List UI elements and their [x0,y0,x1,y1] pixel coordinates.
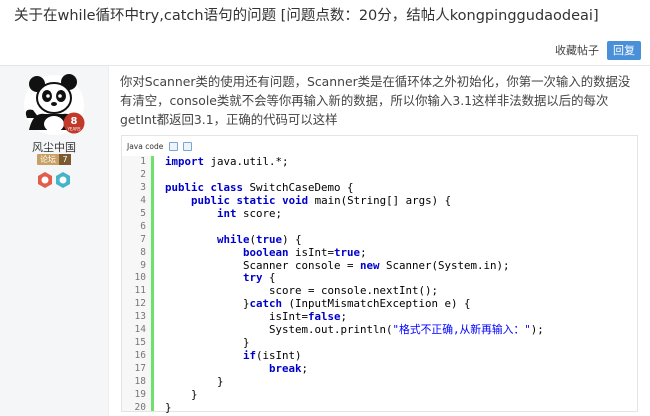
code-text: ; [360,245,367,259]
code-text: System.out.println( [165,323,393,337]
code-keyword: try [243,271,263,285]
line-number: 13 [134,311,146,323]
line-number: 15 [134,337,146,349]
view-source-icon[interactable] [183,141,193,151]
code-text: ); [530,323,544,337]
line-number: 8 [140,246,146,258]
line-number: 18 [134,375,146,387]
code-text: { [262,271,276,285]
line-number: 3 [140,181,146,193]
line-number: 14 [134,324,146,336]
code-body: 1 2 3 4 5 6 7 8 9 10 11 12 13 14 15 16 17 18 19 20 import j… [122,155,637,414]
flower-medal-icon[interactable] [55,172,71,188]
code-text: ) { [282,232,302,246]
line-number: 19 [134,388,146,400]
line-number: 12 [134,298,146,310]
code-text: } [165,297,250,311]
code-lines: import java.util.*; public class SwitchCa… [154,155,637,414]
topic-title: 关于在while循环中try,catch语句的问题 [问题点数：20分，结帖人k… [14,8,599,24]
code-line: break; [165,362,637,376]
code-line: int score; [165,206,637,221]
code-keyword: public [191,193,231,207]
code-text: isInt= [288,245,335,259]
code-text: java.util.*; [204,155,289,168]
line-number: 9 [140,259,146,271]
line-number: 20 [134,401,146,413]
username[interactable]: 风尘中国 [0,139,108,155]
code-keyword: if [243,349,257,363]
collect-button[interactable]: 收藏帖子 [555,42,599,58]
code-keyword: true [334,245,361,259]
code-header: Java code [122,136,637,156]
code-text: ; [301,362,309,375]
avatar[interactable]: 8 YEARS [23,74,85,136]
line-number: 4 [140,194,146,206]
code-line: } [165,387,637,402]
code-keyword: false [308,310,341,324]
medal-icon[interactable] [37,172,53,188]
years-unit: YEARS [66,127,80,132]
line-number: 1 [140,156,146,167]
copy-code-icon[interactable] [169,141,179,151]
code-text: Scanner(System.in); [379,258,510,272]
code-keyword: static [236,193,276,207]
code-string: "格式不正确,从新再输入：" [392,323,531,337]
code-text: ; [340,310,348,324]
code-keyword: class [210,180,244,194]
line-number: 11 [134,285,146,297]
code-keyword: public [165,180,205,194]
code-keyword: new [360,258,380,272]
line-number: 5 [140,207,146,219]
code-text: (isInt) [256,349,302,363]
level-label: 论坛 [40,155,56,164]
code-text: } [165,400,172,414]
author-panel: 8 YEARS 风尘中国 论坛 7 [0,66,109,416]
code-keyword: import [165,155,205,168]
code-text: score; [236,206,283,220]
post-actions: 收藏帖子 回复 [555,40,641,60]
code-text: score = console.nextInt(); [165,284,439,298]
code-keyword: int [217,206,237,220]
code-keyword: void [282,193,309,207]
post-body: 你对Scanner类的使用还有问题，Scanner类是在循环体之外初始化，你第一… [120,74,631,127]
line-number: 17 [134,363,146,374]
line-number: 10 [134,272,146,284]
line-number: 16 [134,350,146,362]
line-number: 7 [140,233,146,245]
code-text: (InputMismatchException e) { [282,297,471,311]
code-keyword: while [217,232,250,246]
line-number: 2 [140,168,146,180]
code-keyword: true [256,232,283,246]
line-number: 6 [140,220,146,232]
code-language-label: Java code [127,141,164,151]
reply-button[interactable]: 回复 [607,40,641,60]
level-number: 7 [59,154,71,165]
code-keyword: boolean [243,245,289,259]
code-text: } [165,374,224,388]
code-text: } [165,336,250,350]
line-number-gutter: 1 2 3 4 5 6 7 8 9 10 11 12 13 14 15 16 17 18 19 20 [122,156,154,413]
code-line: } [165,400,637,415]
code-text: Scanner console = [165,258,361,272]
code-text: SwitchCaseDemo { [243,180,354,194]
code-keyword: catch [249,297,283,311]
level-badge: 论坛 7 [37,154,71,165]
years-badge-icon: 8 YEARS [63,112,85,134]
code-block: Java code 1 2 3 4 5 6 7 8 9 10 11 12 13 14 15 16 17 18 19 2… [121,135,638,414]
code-line: import java.util.*; [165,155,637,169]
code-line: } [165,374,637,389]
code-text: } [165,387,198,401]
years-number: 8 [71,116,78,127]
code-text: isInt= [165,310,309,324]
code-keyword: break [269,362,302,375]
code-text: main(String[] args) { [308,193,452,207]
